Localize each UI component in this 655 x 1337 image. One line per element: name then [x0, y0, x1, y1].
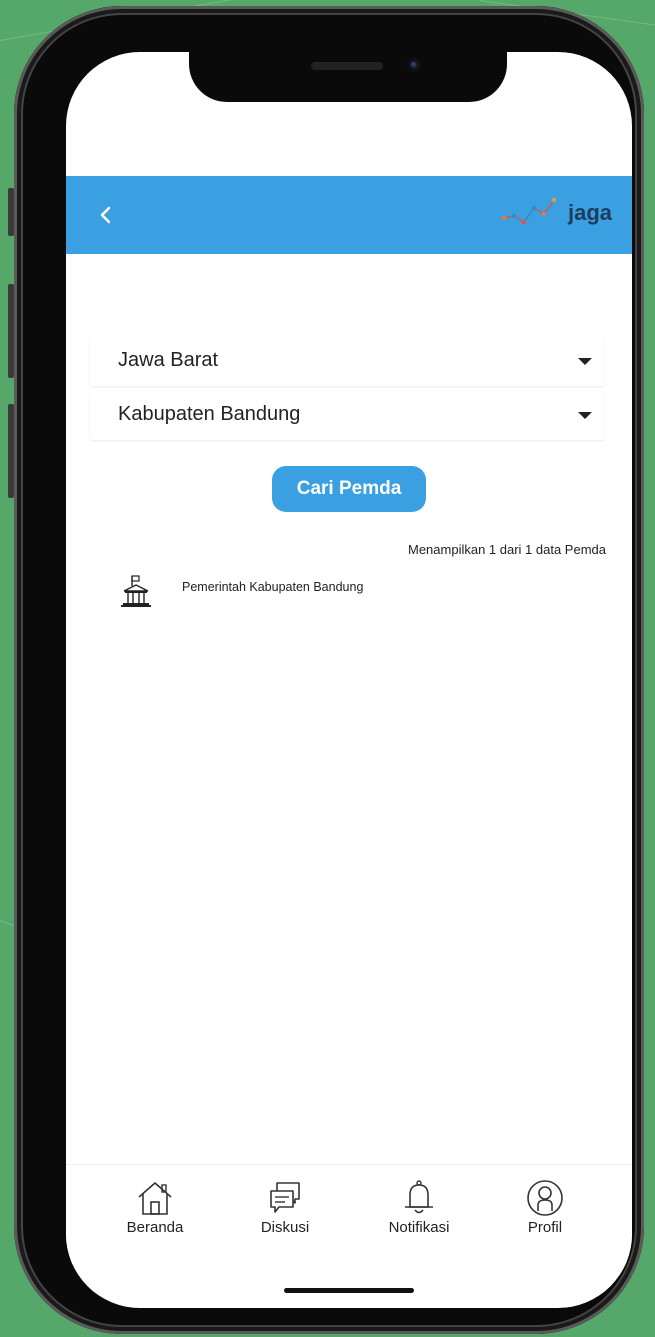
chevron-left-icon: [100, 206, 111, 224]
bell-icon: [405, 1180, 433, 1214]
regency-dropdown[interactable]: Kabupaten Bandung: [90, 392, 604, 440]
logo-graph-icon: [502, 197, 557, 225]
bottom-navigation: Beranda Diskusi Notifikasi Profil: [66, 1164, 632, 1265]
nav-label: Beranda: [126, 1219, 184, 1236]
nav-item-diskusi[interactable]: Diskusi: [230, 1179, 340, 1259]
home-indicator[interactable]: [284, 1288, 414, 1293]
nav-item-beranda[interactable]: Beranda: [100, 1179, 210, 1259]
nav-label: Notifikasi: [388, 1219, 450, 1236]
search-pemda-button[interactable]: Cari Pemda: [272, 466, 426, 512]
result-item-name: Pemerintah Kabupaten Bandung: [182, 580, 364, 594]
regency-dropdown-value: Kabupaten Bandung: [118, 403, 301, 425]
chat-icon: [270, 1182, 300, 1213]
home-icon: [138, 1182, 172, 1215]
app-bar: jaga: [66, 176, 632, 254]
caret-down-icon: [578, 358, 592, 365]
result-list-item[interactable]: Pemerintah Kabupaten Bandung: [90, 562, 604, 616]
nav-label: Diskusi: [260, 1219, 310, 1236]
province-dropdown-value: Jawa Barat: [118, 349, 219, 371]
nav-item-profil[interactable]: Profil: [490, 1179, 600, 1259]
caret-down-icon: [578, 412, 592, 419]
nav-label: Profil: [527, 1219, 563, 1236]
phone-frame: jaga Jawa Barat Kabupaten Bandung Cari P…: [14, 6, 644, 1334]
government-building-icon: [121, 575, 151, 607]
speaker: [311, 62, 383, 70]
province-dropdown[interactable]: Jawa Barat: [90, 338, 604, 386]
nav-item-notifikasi[interactable]: Notifikasi: [364, 1179, 474, 1259]
result-count: Menampilkan 1 dari 1 data Pemda: [407, 542, 606, 557]
phone-screen: jaga Jawa Barat Kabupaten Bandung Cari P…: [66, 52, 632, 1308]
front-camera: [407, 58, 421, 72]
jaga-logo: jaga: [502, 192, 612, 238]
logo-text: jaga: [567, 200, 612, 225]
notch: [189, 52, 507, 102]
user-icon: [527, 1180, 563, 1216]
back-button[interactable]: [90, 198, 124, 232]
